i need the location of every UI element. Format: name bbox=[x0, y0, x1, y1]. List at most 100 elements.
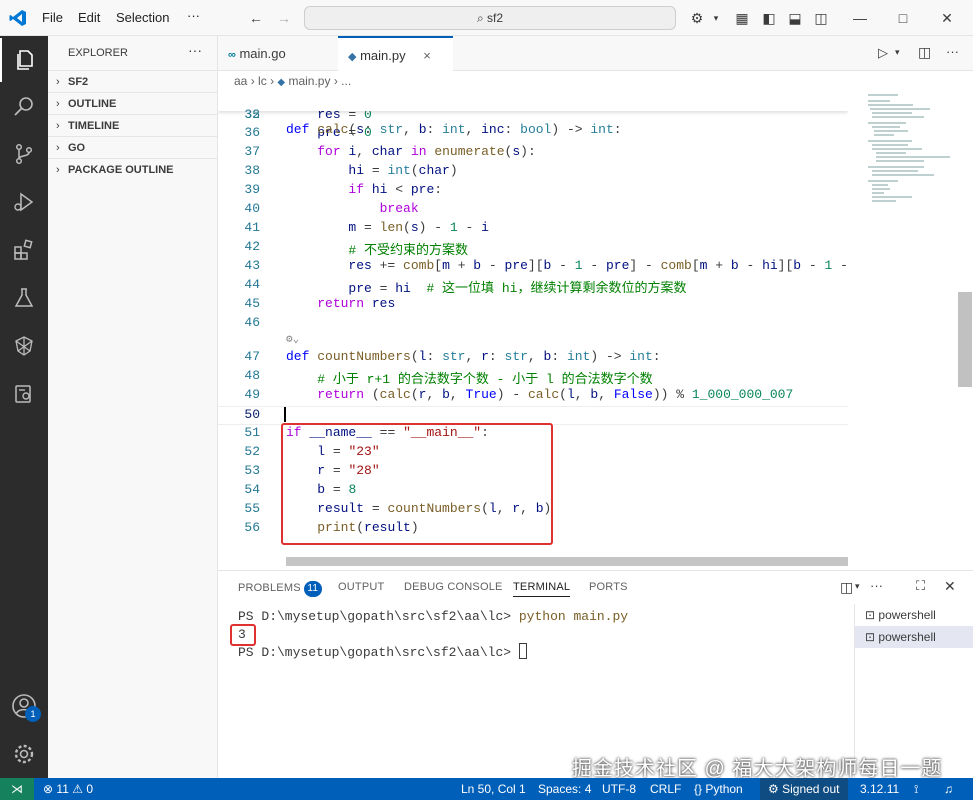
code-line: 39 if hi < pre: bbox=[244, 182, 443, 197]
braces-icon: {} bbox=[694, 782, 703, 796]
chevron-right-icon: › bbox=[250, 74, 259, 88]
extensions-icon[interactable] bbox=[0, 228, 48, 272]
run-debug-icon[interactable] bbox=[0, 180, 48, 224]
terminal-line: PS D:\mysetup\gopath\src\sf2\aa\lc> pyth… bbox=[238, 609, 629, 624]
terminal-line[interactable]: PS D:\mysetup\gopath\src\sf2\aa\lc> bbox=[238, 643, 527, 660]
search-text: sf2 bbox=[487, 11, 504, 25]
status-bar: ⋊ ⊗ 11 ⚠ 0 Ln 50, Col 1 Spaces: 4 UTF-8 … bbox=[0, 778, 973, 800]
explorer-icon[interactable] bbox=[0, 38, 48, 82]
account-badge: 1 bbox=[25, 706, 41, 722]
sticky-scroll-line[interactable]: 32 def calc(s: str, b: int, inc: bool) -… bbox=[218, 92, 848, 137]
maximize-panel-icon[interactable]: ⛶ bbox=[916, 578, 925, 594]
line-ending[interactable]: CRLF bbox=[650, 778, 681, 800]
crumb-main-py[interactable]: main.py bbox=[288, 74, 330, 88]
tab-main-go[interactable]: ∞ main.go bbox=[218, 36, 338, 71]
explorer-sidebar: EXPLORER ··· › SF2 › OUTLINE › TIMELINE › GO… bbox=[48, 36, 218, 778]
forward-arrow-icon[interactable]: → bbox=[275, 9, 293, 27]
code-editor[interactable]: 32 def calc(s: str, b: int, inc: bool) -… bbox=[218, 92, 848, 564]
docker-icon[interactable] bbox=[0, 372, 48, 416]
toggle-secondary-sidebar-icon[interactable]: ◫ bbox=[812, 9, 830, 27]
chevron-down-icon[interactable]: ▾ bbox=[855, 581, 860, 592]
terminal-cursor bbox=[518, 643, 527, 659]
remote-indicator[interactable]: ⋊ bbox=[0, 778, 34, 800]
problems-status[interactable]: ⊗ 11 ⚠ 0 bbox=[43, 778, 93, 800]
back-arrow-icon[interactable]: ← bbox=[247, 9, 265, 27]
code-line: 37 for i, char in enumerate(s): bbox=[244, 144, 536, 159]
run-python-icon[interactable]: ▷ bbox=[878, 45, 888, 61]
manage-gear-icon[interactable] bbox=[0, 732, 48, 776]
crumb-lc[interactable]: lc bbox=[258, 74, 267, 88]
crumb-symbols[interactable]: ... bbox=[341, 74, 351, 88]
terminal-item-selected[interactable]: ⊡ powershell bbox=[855, 626, 973, 648]
run-dropdown-icon[interactable]: ▾ bbox=[895, 47, 900, 58]
editor-horizontal-scrollbar[interactable] bbox=[286, 557, 848, 566]
section-outline[interactable]: › OUTLINE bbox=[48, 92, 218, 114]
source-control-icon[interactable] bbox=[0, 132, 48, 176]
tab-output[interactable]: OUTPUT bbox=[338, 581, 384, 593]
chevron-right-icon: › bbox=[56, 76, 60, 88]
close-panel-icon[interactable]: ✕ bbox=[944, 578, 956, 595]
editor-vertical-scrollbar[interactable] bbox=[958, 292, 972, 387]
title-bar: File Edit Selection ··· ← → ⌕ sf2 ⚙ ▾ ▦ … bbox=[0, 0, 973, 36]
indentation[interactable]: Spaces: 4 bbox=[538, 778, 591, 800]
split-terminal-icon[interactable]: ◫ bbox=[840, 579, 853, 596]
section-timeline[interactable]: › TIMELINE bbox=[48, 114, 218, 136]
code-line: 48 # 小于 r+1 的合法数字个数 - 小于 l 的合法数字个数 bbox=[244, 368, 653, 387]
problems-badge: 11 bbox=[303, 581, 322, 597]
remote-explorer-icon[interactable] bbox=[0, 324, 48, 368]
terminal-icon: ⊡ bbox=[865, 608, 876, 622]
error-icon: ⊗ bbox=[43, 782, 54, 796]
explorer-more-button[interactable]: ··· bbox=[188, 42, 202, 58]
remote-icon: ⋊ bbox=[11, 782, 23, 796]
section-package-outline[interactable]: › PACKAGE OUTLINE bbox=[48, 158, 218, 180]
code-line: 49 return (calc(r, b, True) - calc(l, b,… bbox=[244, 387, 794, 402]
maximize-icon[interactable]: □ bbox=[894, 9, 912, 27]
activity-bar: 1 bbox=[0, 36, 48, 778]
highlight-box-main bbox=[281, 423, 553, 545]
language-mode[interactable]: {} Python bbox=[694, 778, 743, 800]
code-line: 45 return res bbox=[244, 296, 396, 311]
cursor-position[interactable]: Ln 50, Col 1 bbox=[461, 778, 526, 800]
search-icon: ⌕ bbox=[476, 11, 484, 25]
vscode-logo-icon bbox=[9, 10, 26, 26]
account-status[interactable]: ⚙ Signed out bbox=[760, 778, 848, 800]
chevron-down-icon[interactable]: ▾ bbox=[707, 9, 725, 27]
panel-more-icon[interactable]: ··· bbox=[870, 578, 883, 593]
broadcast-icon[interactable]: ⟟ bbox=[914, 778, 918, 800]
copilot-icon[interactable]: ⚙ bbox=[688, 9, 706, 27]
go-file-icon: ∞ bbox=[228, 49, 236, 61]
section-go[interactable]: › GO bbox=[48, 136, 218, 158]
tab-problems[interactable]: PROBLEMS 11 bbox=[238, 581, 322, 597]
python-version[interactable]: 3.12.11 bbox=[860, 778, 899, 800]
minimize-icon[interactable]: — bbox=[851, 9, 869, 27]
split-editor-icon[interactable]: ◫ bbox=[918, 44, 931, 61]
menu-edit[interactable]: Edit bbox=[78, 10, 100, 25]
testing-flask-icon[interactable] bbox=[0, 276, 48, 320]
toggle-sidebar-icon[interactable]: ◧ bbox=[760, 9, 778, 27]
layout-icon[interactable]: ▦ bbox=[733, 9, 751, 27]
tab-ports[interactable]: PORTS bbox=[589, 581, 628, 593]
section-sf2[interactable]: › SF2 bbox=[48, 70, 218, 92]
tab-debug-console[interactable]: DEBUG CONSOLE bbox=[404, 581, 503, 593]
editor-more-icon[interactable]: ··· bbox=[946, 44, 959, 59]
chevron-right-icon: › bbox=[56, 164, 60, 176]
notifications-bell-icon[interactable]: ♫ bbox=[944, 778, 953, 800]
menu-file[interactable]: File bbox=[42, 10, 63, 25]
terminal-item[interactable]: ⊡ powershell bbox=[855, 604, 973, 626]
encoding[interactable]: UTF-8 bbox=[602, 778, 636, 800]
copilot-status-icon: ⚙ bbox=[768, 782, 779, 796]
crumb-aa[interactable]: aa bbox=[234, 74, 247, 88]
minimap[interactable] bbox=[868, 92, 958, 212]
close-tab-icon[interactable]: × bbox=[423, 48, 431, 63]
toggle-panel-icon[interactable]: ⬓ bbox=[786, 9, 804, 27]
account-icon[interactable] bbox=[0, 684, 48, 728]
close-window-icon[interactable]: ✕ bbox=[938, 9, 956, 27]
code-line: 38 hi = int(char) bbox=[244, 163, 458, 178]
tab-main-py[interactable]: ◆ main.py × bbox=[338, 36, 453, 71]
command-center-search[interactable]: ⌕ sf2 bbox=[304, 6, 676, 30]
python-file-icon: ◆ bbox=[348, 51, 357, 63]
menu-selection[interactable]: Selection bbox=[116, 10, 169, 25]
tab-terminal[interactable]: TERMINAL bbox=[513, 581, 571, 597]
search-view-icon[interactable] bbox=[0, 84, 48, 128]
menu-more[interactable]: ··· bbox=[187, 8, 200, 23]
